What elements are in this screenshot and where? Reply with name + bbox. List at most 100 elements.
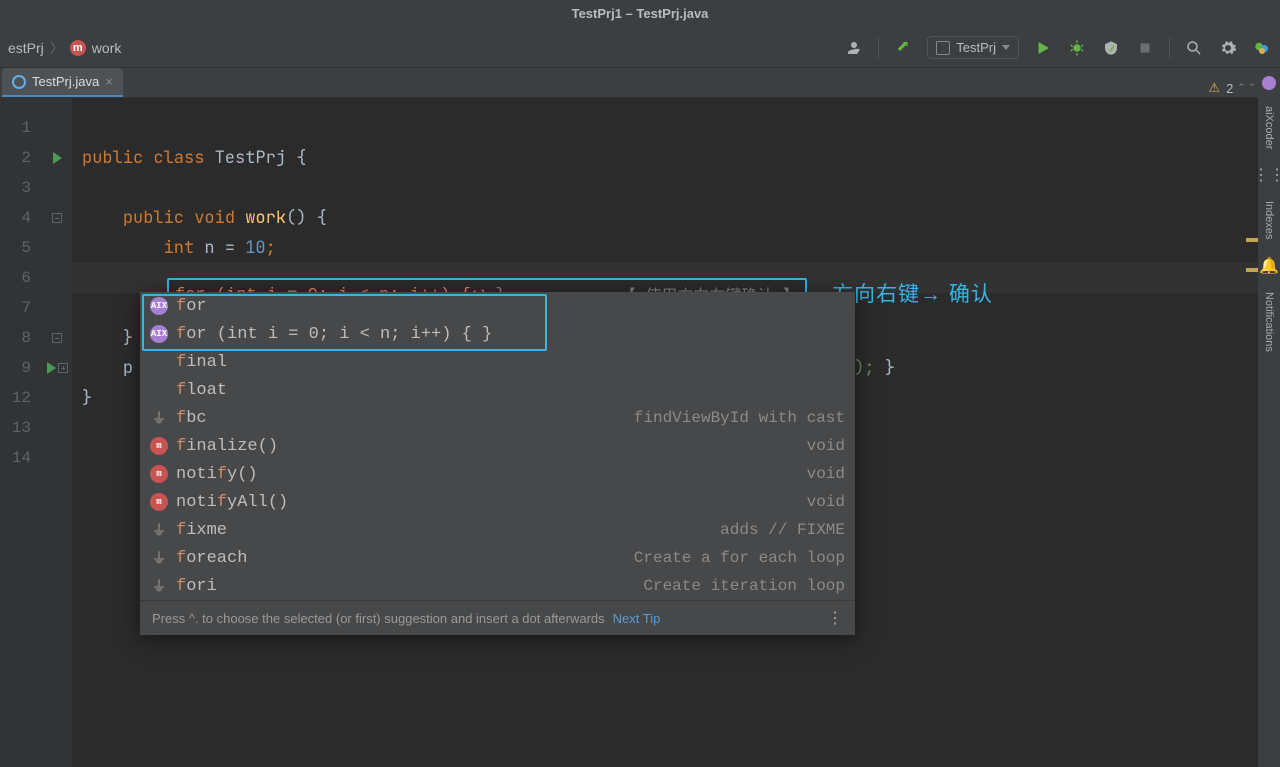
user-icon[interactable] bbox=[844, 38, 864, 58]
aixcoder-label[interactable]: aiXcoder bbox=[1263, 96, 1275, 159]
completion-label: for (int i = 0; i < n; i++) { } bbox=[176, 325, 492, 344]
completion-hint: adds // FIXME bbox=[720, 521, 845, 539]
code-line[interactable] bbox=[72, 173, 1280, 203]
run-gutter-icon[interactable] bbox=[42, 143, 72, 173]
right-toolbar: aiXcoder ⋮⋮ Indexes 🔔 Notifications bbox=[1258, 68, 1280, 767]
completion-item[interactable]: ⏚foriCreate iteration loop bbox=[140, 572, 855, 600]
tab-testprj[interactable]: TestPrj.java × bbox=[2, 68, 123, 97]
completion-item[interactable]: ⏚foreachCreate a for each loop bbox=[140, 544, 855, 572]
completion-hint: void bbox=[807, 465, 845, 483]
breadcrumb[interactable]: estPrj 〉 m work bbox=[8, 38, 121, 58]
completion-item[interactable]: AIX for (int i = 0; i < n; i++) { } bbox=[140, 320, 855, 348]
line-number: 14 bbox=[0, 443, 41, 473]
chevron-down-icon bbox=[1002, 45, 1010, 50]
line-number: 4 bbox=[0, 203, 41, 233]
aix-icon: AIX bbox=[150, 325, 168, 343]
code-line[interactable] bbox=[72, 113, 1280, 143]
method-icon: m bbox=[150, 437, 168, 455]
warning-count: 2 bbox=[1226, 81, 1233, 96]
logo-icon[interactable] bbox=[1252, 38, 1272, 58]
completion-hint: void bbox=[807, 437, 845, 455]
completion-item[interactable]: AIX for bbox=[140, 292, 855, 320]
line-number: 9 bbox=[0, 353, 41, 383]
code-line[interactable]: public void work() { bbox=[72, 203, 1280, 233]
stop-button[interactable] bbox=[1135, 38, 1155, 58]
coverage-button[interactable] bbox=[1101, 38, 1121, 58]
indexes-icon[interactable]: ⋮⋮ bbox=[1253, 165, 1280, 185]
search-icon[interactable] bbox=[1184, 38, 1204, 58]
breadcrumb-sep: 〉 bbox=[50, 38, 64, 58]
method-icon: m bbox=[150, 493, 168, 511]
notifications-label[interactable]: Notifications bbox=[1263, 282, 1275, 362]
gear-icon[interactable] bbox=[1218, 38, 1238, 58]
completion-item[interactable]: ⏚ fixme adds // FIXME bbox=[140, 516, 855, 544]
main-toolbar: estPrj 〉 m work TestPrj bbox=[0, 28, 1280, 68]
line-number: 12 bbox=[0, 383, 41, 413]
completion-icon bbox=[150, 381, 168, 399]
warning-stripe[interactable] bbox=[1246, 238, 1258, 242]
close-icon[interactable]: × bbox=[105, 74, 113, 89]
chevron-up-icon[interactable]: ˆ bbox=[1239, 81, 1243, 96]
completion-label: foreach bbox=[176, 549, 247, 568]
toolbar-separator bbox=[878, 37, 879, 59]
aixcoder-icon[interactable] bbox=[1262, 76, 1276, 90]
fold-icon[interactable] bbox=[42, 323, 72, 353]
line-number: 1 bbox=[0, 113, 41, 143]
completion-item[interactable]: mnotify()void bbox=[140, 460, 855, 488]
debug-button[interactable] bbox=[1067, 38, 1087, 58]
template-icon: ⏚ bbox=[150, 521, 168, 539]
completion-label: fixme bbox=[176, 521, 227, 540]
warning-stripe[interactable] bbox=[1246, 268, 1258, 272]
completion-label: float bbox=[176, 381, 227, 400]
chevron-down-icon[interactable]: ˇ bbox=[1250, 81, 1254, 96]
code-line[interactable]: public class TestPrj { bbox=[72, 143, 1280, 173]
method-icon: m bbox=[150, 465, 168, 483]
completion-item[interactable]: m notifyAll() void bbox=[140, 488, 855, 516]
editor-tabs: TestPrj.java × ⋮ bbox=[0, 68, 1280, 98]
run-configuration-dropdown[interactable]: TestPrj bbox=[927, 36, 1019, 59]
line-number: 5 bbox=[0, 233, 41, 263]
line-number: 3 bbox=[0, 173, 41, 203]
breadcrumb-member[interactable]: work bbox=[92, 40, 122, 56]
run-expand-icon[interactable] bbox=[42, 353, 72, 383]
toolbar-right: TestPrj bbox=[844, 36, 1272, 59]
bell-icon[interactable]: 🔔 bbox=[1259, 256, 1279, 276]
warning-icon: ⚠ bbox=[1208, 80, 1220, 96]
indexes-label[interactable]: Indexes bbox=[1263, 191, 1275, 250]
completion-hint: findViewById with cast bbox=[634, 409, 845, 427]
completion-label: for bbox=[176, 297, 207, 316]
line-number: 13 bbox=[0, 413, 41, 443]
completion-hint: Create a for each loop bbox=[634, 549, 845, 567]
aix-icon: AIX bbox=[150, 297, 168, 315]
gutter-icons bbox=[42, 98, 72, 767]
java-file-icon bbox=[12, 75, 26, 89]
completion-hint: void bbox=[807, 493, 845, 511]
completion-label: finalize() bbox=[176, 437, 278, 456]
completion-item[interactable]: ⏚fbcfindViewById with cast bbox=[140, 404, 855, 432]
tip-bar: Press ^. to choose the selected (or firs… bbox=[140, 600, 855, 635]
completion-label: notifyAll() bbox=[176, 493, 288, 512]
fold-icon[interactable] bbox=[42, 203, 72, 233]
run-button[interactable] bbox=[1033, 38, 1053, 58]
hammer-icon[interactable] bbox=[893, 38, 913, 58]
completion-label: final bbox=[176, 353, 227, 372]
more-icon[interactable]: ⋮ bbox=[827, 608, 843, 628]
line-number: 6 bbox=[0, 263, 41, 293]
toolbar-separator bbox=[1169, 37, 1170, 59]
next-tip-link[interactable]: Next Tip bbox=[613, 611, 661, 626]
tab-label: TestPrj.java bbox=[32, 74, 99, 89]
completion-item[interactable]: m finalize() void bbox=[140, 432, 855, 460]
completion-item[interactable]: final bbox=[140, 348, 855, 376]
completion-hint: Create iteration loop bbox=[643, 577, 845, 595]
inspection-widget[interactable]: ⚠ 2 ˆ ˇ bbox=[1208, 80, 1254, 96]
template-icon: ⏚ bbox=[150, 577, 168, 595]
breadcrumb-project[interactable]: estPrj bbox=[8, 40, 44, 56]
code-line[interactable]: int n = 10; bbox=[72, 233, 1280, 263]
tip-text: Press ^. to choose the selected (or firs… bbox=[152, 611, 605, 626]
completion-item[interactable]: float bbox=[140, 376, 855, 404]
completion-popup[interactable]: AIX for AIX for (int i = 0; i < n; i++) { }… bbox=[140, 292, 855, 635]
line-number-gutter: 1 2 3 4 5 6 7 8 9 12 13 14 bbox=[0, 98, 42, 767]
run-config-label: TestPrj bbox=[956, 40, 996, 55]
line-number: 8 bbox=[0, 323, 41, 353]
line-number: 2 bbox=[0, 143, 41, 173]
